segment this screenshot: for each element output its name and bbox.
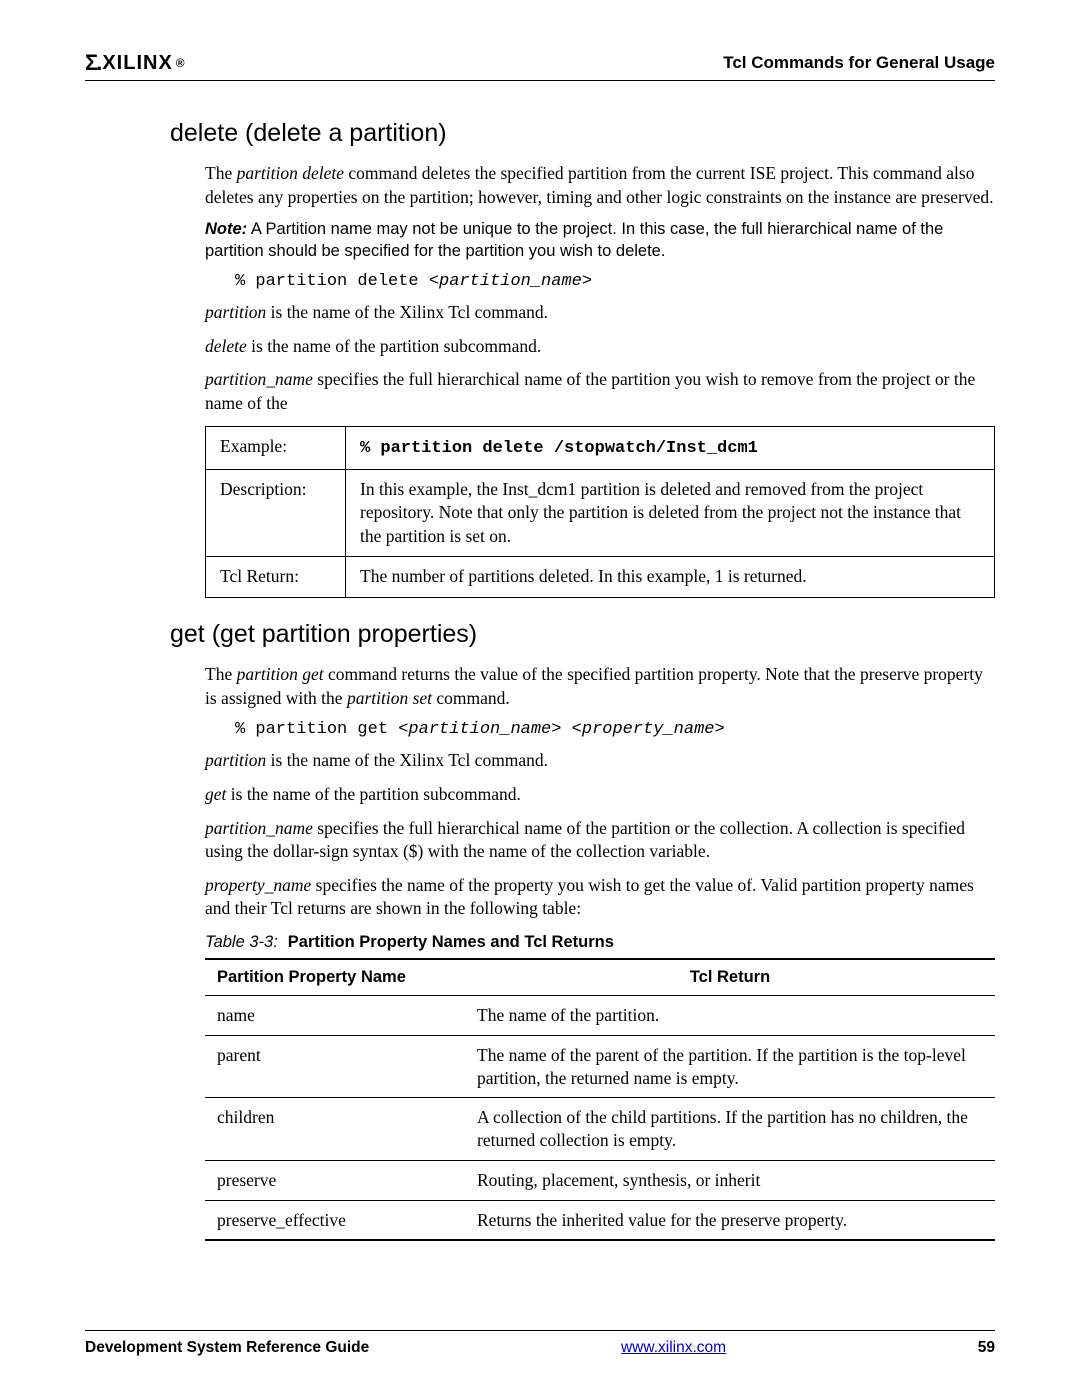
table-row: parentThe name of the parent of the part… — [205, 1035, 995, 1098]
table-row: childrenA collection of the child partit… — [205, 1098, 995, 1161]
get-p1: partition is the name of the Xilinx Tcl … — [205, 749, 995, 773]
delete-intro: The partition delete command deletes the… — [205, 162, 995, 209]
table-row: Tcl Return: The number of partitions del… — [206, 557, 995, 598]
get-p2: get is the name of the partition subcomm… — [205, 783, 995, 807]
table-row: Description: In this example, the Inst_d… — [206, 469, 995, 557]
delete-code: % partition delete <partition_name> — [235, 272, 995, 291]
section-heading-delete: delete (delete a partition) — [170, 119, 995, 148]
delete-p3: partition_name specifies the full hierar… — [205, 368, 995, 415]
property-table: Partition Property Name Tcl Return nameT… — [205, 958, 995, 1241]
header-property-name: Partition Property Name — [205, 959, 465, 996]
delete-p1: partition is the name of the Xilinx Tcl … — [205, 301, 995, 325]
table-header-row: Partition Property Name Tcl Return — [205, 959, 995, 996]
main-content: delete (delete a partition) The partitio… — [205, 119, 995, 1241]
get-p3: partition_name specifies the full hierar… — [205, 817, 995, 864]
description-label: Description: — [206, 469, 346, 557]
header-tcl-return: Tcl Return — [465, 959, 995, 996]
get-intro: The partition get command returns the va… — [205, 663, 995, 710]
get-code: % partition get <partition_name> <proper… — [235, 720, 995, 739]
example-label: Example: — [206, 426, 346, 469]
table-row: Example: % partition delete /stopwatch/I… — [206, 426, 995, 469]
footer-link[interactable]: www.xilinx.com — [621, 1339, 726, 1357]
tcl-return-label: Tcl Return: — [206, 557, 346, 598]
logo-registered: ® — [176, 56, 186, 70]
tcl-return-value: The number of partitions deleted. In thi… — [346, 557, 995, 598]
page-footer: Development System Reference Guide www.x… — [85, 1330, 995, 1357]
delete-p2: delete is the name of the partition subc… — [205, 335, 995, 359]
page-header: Σ. XILINX ® Tcl Commands for General Usa… — [85, 50, 995, 81]
example-table-delete: Example: % partition delete /stopwatch/I… — [205, 426, 995, 598]
logo-text: XILINX — [102, 52, 172, 75]
section-heading-get: get (get partition properties) — [170, 620, 995, 649]
logo: Σ. XILINX ® — [85, 50, 186, 76]
description-value: In this example, the Inst_dcm1 partition… — [346, 469, 995, 557]
table-caption: Table 3-3:Partition Property Names and T… — [205, 933, 995, 952]
header-chapter-title: Tcl Commands for General Usage — [723, 53, 995, 73]
table-row: preserve_effectiveReturns the inherited … — [205, 1200, 995, 1240]
page-number: 59 — [978, 1339, 995, 1357]
footer-left: Development System Reference Guide — [85, 1339, 369, 1357]
delete-note: Note: A Partition name may not be unique… — [205, 219, 995, 262]
get-p4: property_name specifies the name of the … — [205, 874, 995, 921]
logo-icon: Σ. — [85, 50, 100, 76]
table-row: preserveRouting, placement, synthesis, o… — [205, 1160, 995, 1200]
example-value: % partition delete /stopwatch/Inst_dcm1 — [346, 426, 995, 469]
table-row: nameThe name of the partition. — [205, 996, 995, 1036]
